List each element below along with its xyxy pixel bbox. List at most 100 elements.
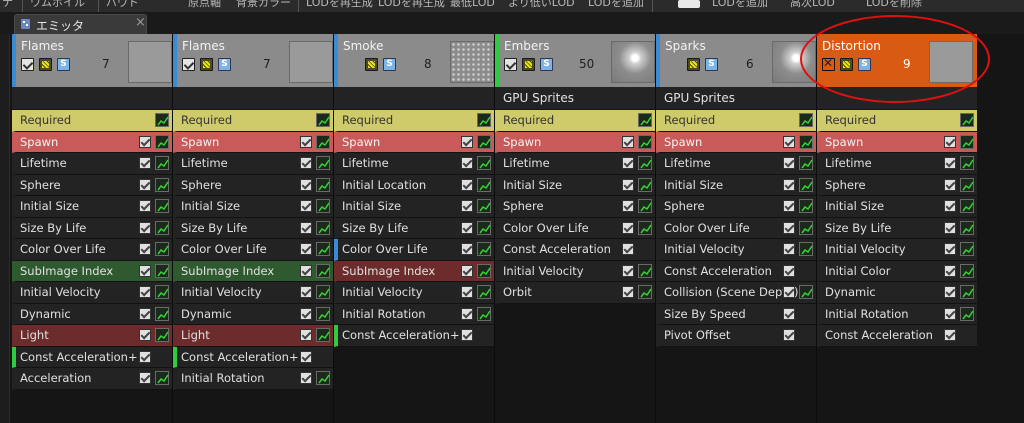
module-enable-checkbox[interactable] (783, 200, 795, 212)
module-row[interactable]: Sphere (173, 174, 333, 196)
curve-editor-icon[interactable] (477, 199, 491, 213)
curve-editor-icon[interactable] (960, 306, 974, 321)
emitter-header[interactable]: Embers S 50 (495, 34, 655, 87)
module-row[interactable]: Acceleration (12, 368, 172, 390)
emitter-header[interactable]: Distortion S 9 (817, 34, 977, 87)
module-enable-checkbox[interactable] (783, 221, 795, 234)
curve-editor-icon[interactable] (638, 220, 652, 235)
curve-editor-icon[interactable] (155, 371, 169, 385)
module-enable-checkbox[interactable] (300, 178, 312, 191)
module-row[interactable]: Initial Location (334, 174, 494, 196)
solo-icon[interactable]: S (383, 58, 396, 71)
module-row[interactable]: Lifetime (495, 153, 655, 175)
module-enable-checkbox[interactable] (461, 329, 473, 341)
module-row[interactable]: Const Acceleration (656, 260, 816, 282)
curve-editor-icon[interactable] (477, 220, 491, 235)
module-row[interactable]: Spawn (334, 131, 494, 153)
module-row[interactable]: Size By Life (817, 217, 977, 239)
curve-editor-icon[interactable] (155, 199, 169, 213)
curve-editor-icon[interactable] (960, 113, 974, 127)
module-row[interactable]: Required (12, 110, 172, 132)
module-row[interactable]: Initial Rotation (334, 303, 494, 325)
module-row[interactable]: Lifetime (12, 153, 172, 175)
module-row[interactable]: Color Over Life (173, 239, 333, 261)
curve-editor-icon[interactable] (477, 263, 491, 278)
curve-editor-icon[interactable] (799, 134, 813, 149)
module-enable-checkbox[interactable] (622, 157, 634, 169)
module-row[interactable]: Initial Size (12, 196, 172, 218)
module-enable-checkbox[interactable] (139, 372, 151, 384)
module-enable-checkbox[interactable] (622, 221, 634, 234)
module-row[interactable]: Spawn (173, 131, 333, 153)
module-row[interactable]: Sphere (12, 174, 172, 196)
module-enable-checkbox[interactable] (300, 157, 312, 169)
module-row[interactable]: Initial Velocity (817, 239, 977, 261)
module-enable-checkbox[interactable] (139, 200, 151, 212)
module-row[interactable]: Orbit (495, 282, 655, 304)
module-enable-checkbox[interactable] (622, 243, 634, 255)
module-row[interactable]: Lifetime (817, 153, 977, 175)
module-enable-checkbox[interactable] (944, 157, 956, 169)
curve-editor-icon[interactable] (477, 134, 491, 149)
curve-editor-icon[interactable] (316, 328, 330, 342)
module-enable-checkbox[interactable] (461, 135, 473, 148)
curve-editor-icon[interactable] (316, 306, 330, 321)
toolbar-item[interactable]: 最低LOD (450, 0, 495, 10)
module-row[interactable]: Spawn (817, 131, 977, 153)
curve-editor-icon[interactable] (960, 177, 974, 192)
module-enable-checkbox[interactable] (783, 329, 795, 341)
curve-editor-icon[interactable] (477, 113, 491, 127)
module-enable-checkbox[interactable] (783, 135, 795, 148)
module-row[interactable]: Pivot Offset (656, 325, 816, 347)
curve-editor-icon[interactable] (638, 113, 652, 127)
curve-editor-icon[interactable] (155, 177, 169, 192)
module-enable-checkbox[interactable] (944, 178, 956, 191)
module-enable-checkbox[interactable] (944, 221, 956, 234)
emitter-enable-checkbox[interactable] (182, 58, 195, 71)
module-enable-checkbox[interactable] (139, 307, 151, 320)
module-row[interactable]: SubImage Index (334, 260, 494, 282)
tab-emitters[interactable]: エミッタ × (14, 14, 147, 34)
module-row[interactable]: Sphere (656, 196, 816, 218)
module-row[interactable]: Lifetime (334, 153, 494, 175)
module-row[interactable]: SubImage Index (173, 260, 333, 282)
module-row[interactable]: Sphere (817, 174, 977, 196)
module-enable-checkbox[interactable] (461, 286, 473, 298)
curve-editor-icon[interactable] (960, 285, 974, 299)
curve-editor-icon[interactable] (799, 113, 813, 127)
curve-editor-icon[interactable] (960, 156, 974, 170)
solo-icon[interactable]: S (218, 58, 231, 71)
toolbar-item[interactable]: LODを追加 (588, 0, 644, 10)
module-row[interactable]: Lifetime (656, 153, 816, 175)
curve-editor-icon[interactable] (155, 113, 169, 127)
close-icon[interactable]: × (135, 15, 146, 30)
curve-editor-icon[interactable] (316, 285, 330, 299)
module-row[interactable]: Initial Velocity (495, 260, 655, 282)
module-row[interactable]: Dynamic (12, 303, 172, 325)
module-enable-checkbox[interactable] (783, 243, 795, 255)
module-enable-checkbox[interactable] (944, 307, 956, 320)
emitter-header[interactable]: Sparks S 6 (656, 34, 816, 87)
solo-icon[interactable]: S (57, 58, 70, 71)
module-enable-checkbox[interactable] (622, 286, 634, 298)
module-row[interactable]: Color Over Life (656, 217, 816, 239)
module-row[interactable]: Initial Color (817, 260, 977, 282)
module-row[interactable]: Initial Velocity (656, 239, 816, 261)
emitter-header[interactable]: Smoke S 8 (334, 34, 494, 87)
curve-editor-icon[interactable] (155, 263, 169, 278)
module-row[interactable]: Initial Rotation (173, 368, 333, 390)
module-enable-checkbox[interactable] (300, 243, 312, 255)
module-enable-checkbox[interactable] (300, 286, 312, 298)
module-row[interactable]: SubImage Index (12, 260, 172, 282)
module-row[interactable]: Initial Size (817, 196, 977, 218)
module-row[interactable]: Size By Life (334, 217, 494, 239)
curve-editor-icon[interactable] (477, 285, 491, 299)
module-row[interactable]: Const Acceleration+ (12, 346, 172, 368)
curve-editor-icon[interactable] (316, 134, 330, 149)
module-row[interactable]: Spawn (656, 131, 816, 153)
curve-editor-icon[interactable] (316, 113, 330, 127)
toolbar-item[interactable]: ナ (2, 0, 13, 10)
module-row[interactable]: Dynamic (173, 303, 333, 325)
curve-editor-icon[interactable] (155, 328, 169, 342)
toolbar-item[interactable]: 高次LOD (790, 0, 835, 10)
